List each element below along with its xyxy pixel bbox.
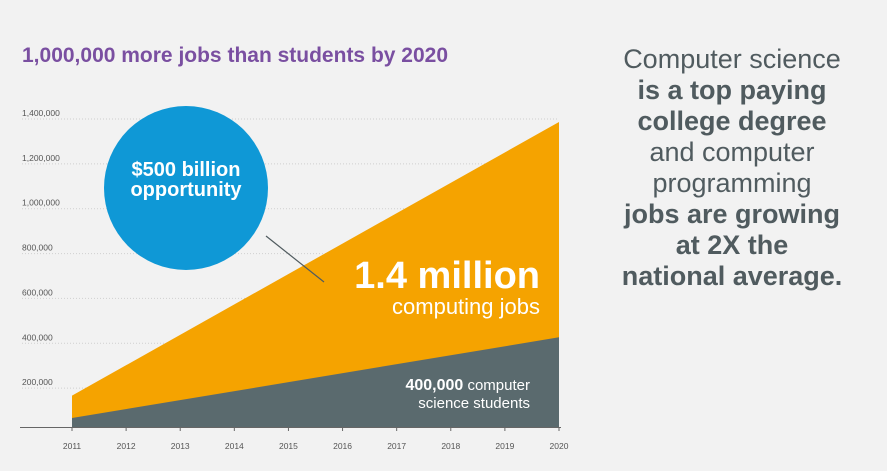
y-tick-label: 1,000,000 <box>22 198 60 208</box>
side-statement: Computer science is a top paying college… <box>592 44 872 292</box>
side-line-7: at 2X the <box>675 230 789 260</box>
x-tick-label: 2012 <box>117 441 136 451</box>
y-tick-label: 1,400,000 <box>22 108 60 118</box>
y-tick-label: 400,000 <box>22 332 53 342</box>
students-label-2: science students <box>418 395 530 412</box>
side-line-6: jobs are growing <box>623 199 841 229</box>
y-tick-label: 1,200,000 <box>22 153 60 163</box>
x-tick-label: 2017 <box>387 441 406 451</box>
bubble-line-2: opportunity <box>130 179 242 201</box>
jobs-series-label: computing jobs <box>392 294 540 319</box>
side-line-8: national average. <box>621 261 843 291</box>
side-line-2: is a top paying <box>637 75 827 105</box>
y-tick-labels: 200,000 400,000 600,000 800,000 1,000,000 1,2… <box>22 108 60 387</box>
students-label-1: computer <box>467 377 530 394</box>
side-line-4: and computer <box>649 137 815 167</box>
x-tick-label: 2013 <box>171 441 190 451</box>
side-line-1: Computer science <box>623 44 841 74</box>
x-tick-label: 2019 <box>495 441 514 451</box>
bubble-line-1: $500 billion <box>131 159 241 181</box>
x-tick-labels: 2011 2012 2013 2014 2015 2016 2017 2018 2019 2020 <box>63 427 569 451</box>
jobs-value-label: 1.4 million <box>354 255 540 297</box>
y-tick-label: 800,000 <box>22 243 53 253</box>
y-tick-label: 200,000 <box>22 377 53 387</box>
students-annotation: 400,000 computer science students <box>330 377 530 413</box>
x-tick-label: 2016 <box>333 441 352 451</box>
x-tick-label: 2018 <box>441 441 460 451</box>
x-tick-label: 2011 <box>63 441 82 451</box>
x-tick-label: 2014 <box>225 441 244 451</box>
students-value-label: 400,000 <box>405 377 464 394</box>
x-tick-label: 2020 <box>550 441 569 451</box>
y-tick-label: 600,000 <box>22 287 53 297</box>
side-line-3: college degree <box>637 106 827 136</box>
x-tick-label: 2015 <box>279 441 298 451</box>
opportunity-bubble-text: $500 billion opportunity <box>98 160 274 200</box>
side-line-5: programming <box>652 168 812 198</box>
